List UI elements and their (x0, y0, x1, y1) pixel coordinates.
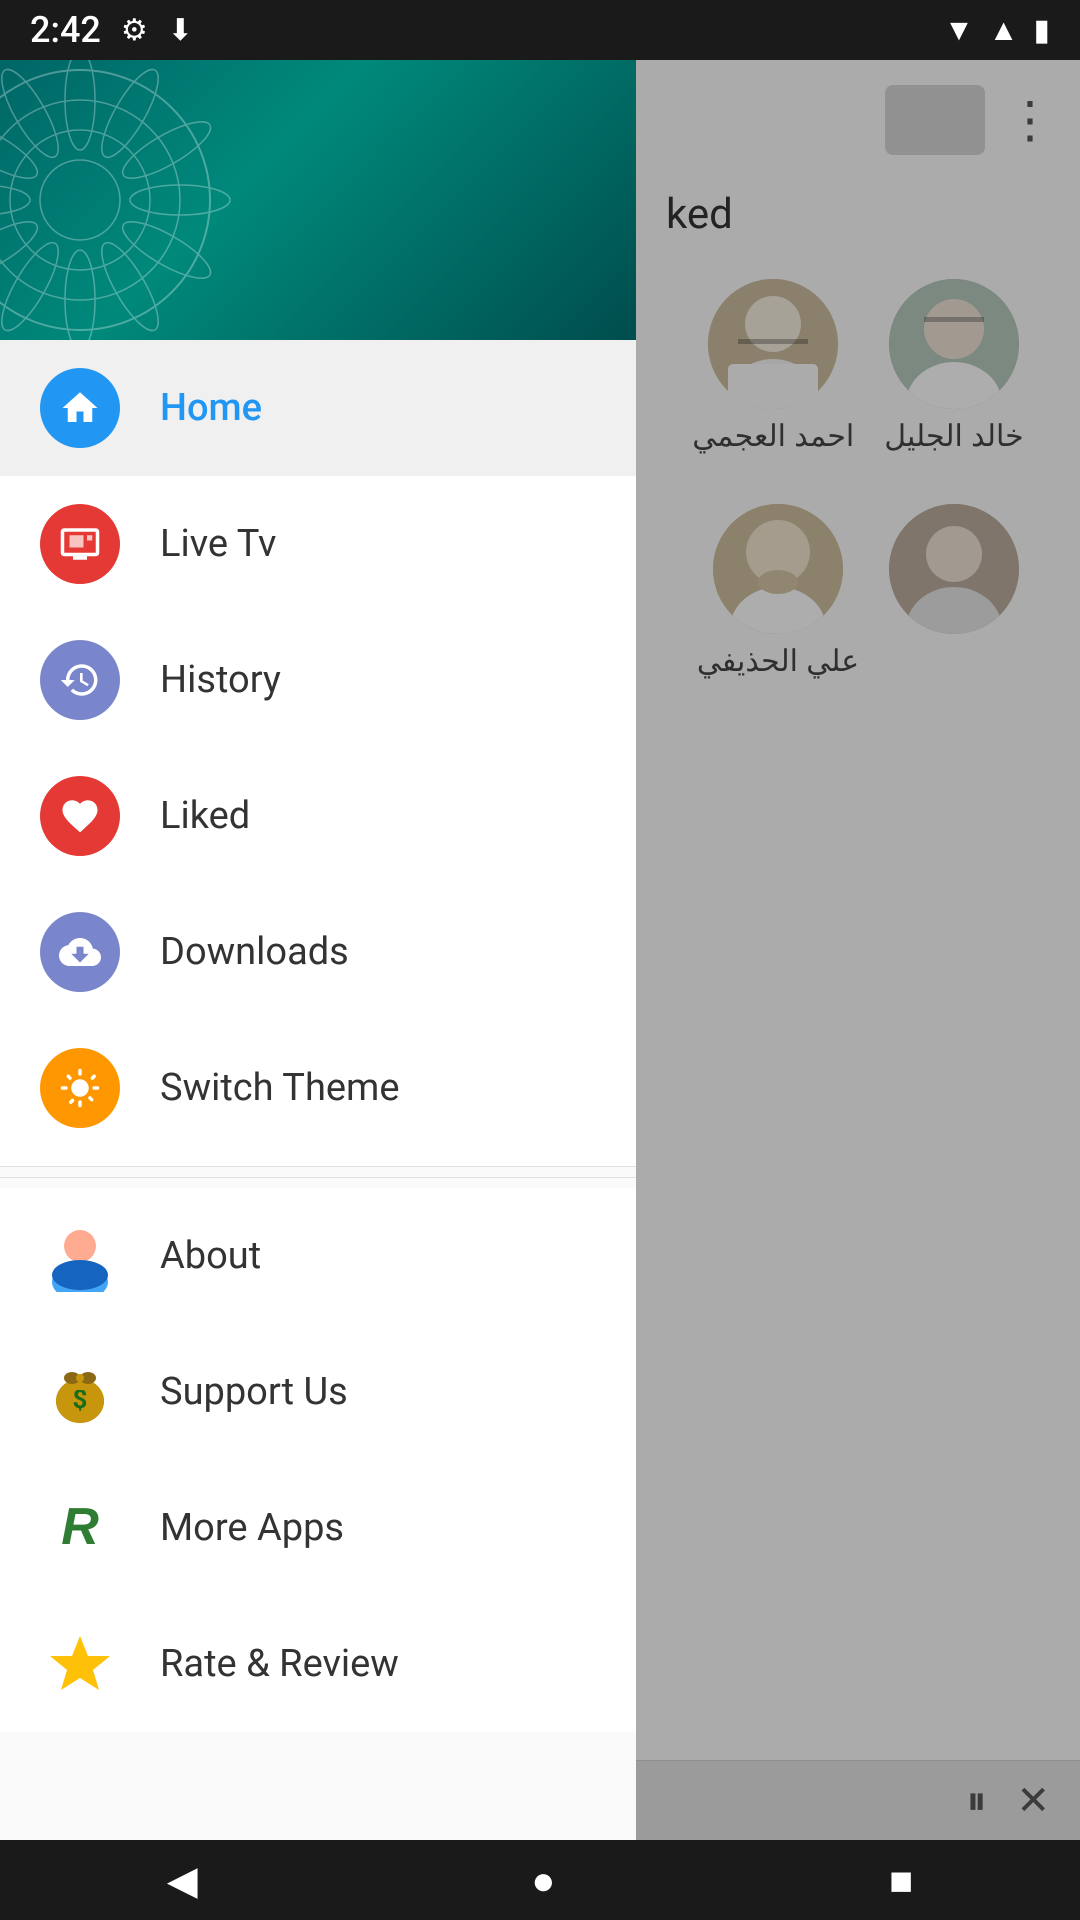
drawer-overlay[interactable] (636, 60, 1080, 1920)
theme-icon (40, 1048, 120, 1128)
sidebar-item-home[interactable]: Home (0, 340, 636, 476)
wifi-icon: ▼ (944, 13, 974, 48)
menu-section-top: Home Live Tv (0, 340, 636, 1167)
sidebar-item-downloads[interactable]: Downloads (0, 884, 636, 1020)
sidebar-item-liked[interactable]: Liked (0, 748, 636, 884)
rate-icon (40, 1624, 120, 1704)
switchtheme-label: Switch Theme (160, 1066, 400, 1110)
status-right: ▼ ▲ ▮ (944, 13, 1050, 48)
moreapps-icon: R (40, 1488, 120, 1568)
sidebar-item-moreapps[interactable]: R More Apps (0, 1460, 636, 1596)
home-label: Home (160, 386, 262, 430)
about-icon (40, 1216, 120, 1296)
livetv-label: Live Tv (160, 522, 276, 566)
drawer-menu: Home Live Tv (0, 340, 636, 1920)
svg-text:R: R (61, 1498, 99, 1556)
sidebar-item-history[interactable]: History (0, 612, 636, 748)
status-bar: 2:42 ⚙ ⬇ ▼ ▲ ▮ (0, 0, 1080, 60)
home-button[interactable]: ● (531, 1857, 555, 1904)
history-icon (40, 640, 120, 720)
settings-icon: ⚙ (121, 13, 148, 48)
battery-icon: ▮ (1033, 13, 1050, 48)
header-pattern (0, 60, 380, 340)
navigation-drawer: Home Live Tv (0, 60, 636, 1920)
home-icon (40, 368, 120, 448)
bottom-nav: ◀ ● ■ (0, 1840, 1080, 1920)
sidebar-item-about[interactable]: About (0, 1188, 636, 1324)
status-time: 2:42 (30, 9, 101, 51)
sidebar-item-livetv[interactable]: Live Tv (0, 476, 636, 612)
downloads-label: Downloads (160, 930, 349, 974)
ratereview-label: Rate & Review (160, 1642, 399, 1686)
support-icon: $ (40, 1352, 120, 1432)
downloads-icon (40, 912, 120, 992)
recent-button[interactable]: ■ (889, 1857, 913, 1904)
sidebar-item-ratereview[interactable]: Rate & Review (0, 1596, 636, 1732)
back-button[interactable]: ◀ (167, 1857, 198, 1904)
history-label: History (160, 658, 281, 702)
liked-icon (40, 776, 120, 856)
about-label: About (160, 1234, 261, 1278)
sidebar-item-supportus[interactable]: $ Support Us (0, 1324, 636, 1460)
menu-section-bottom: About $ (0, 1188, 636, 1732)
sidebar-item-switchtheme[interactable]: Switch Theme (0, 1020, 636, 1156)
livetv-icon (40, 504, 120, 584)
status-left: 2:42 ⚙ ⬇ (30, 9, 193, 51)
download-status-icon: ⬇ (168, 13, 193, 48)
liked-label: Liked (160, 794, 250, 838)
moreapps-label: More Apps (160, 1506, 344, 1550)
signal-icon: ▲ (989, 13, 1019, 48)
drawer-header (0, 60, 636, 340)
menu-divider (0, 1177, 636, 1178)
supportus-label: Support Us (160, 1370, 348, 1414)
